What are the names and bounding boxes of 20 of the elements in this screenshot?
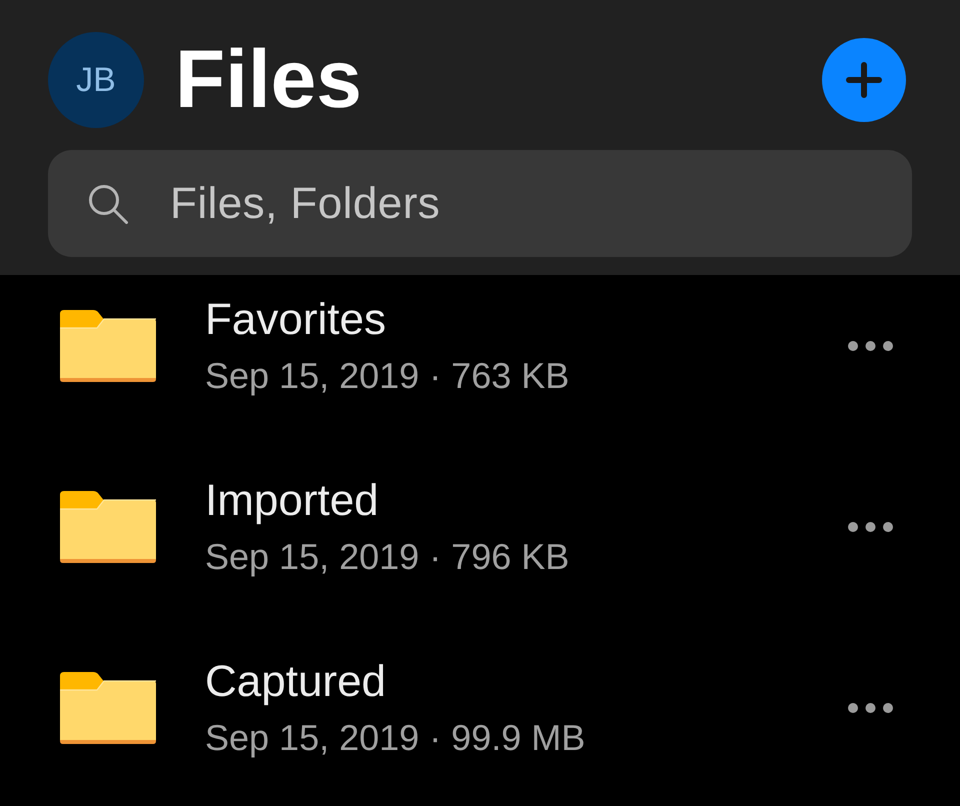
avatar[interactable]: JB bbox=[48, 32, 144, 128]
search-icon bbox=[88, 184, 128, 224]
plus-icon bbox=[846, 62, 882, 98]
folder-name[interactable]: Favorites bbox=[205, 294, 386, 344]
folder-name[interactable]: Captured bbox=[205, 656, 386, 706]
folder-details: Sep 15, 2019 · 796 KB bbox=[205, 536, 570, 578]
folder-name[interactable]: Imported bbox=[205, 476, 379, 526]
more-button[interactable] bbox=[848, 702, 893, 712]
more-button[interactable] bbox=[848, 522, 893, 532]
search-field[interactable]: Files, Folders bbox=[48, 150, 912, 257]
folder-details: Sep 15, 2019 · 99.9 MB bbox=[205, 716, 586, 758]
folder-icon bbox=[60, 672, 156, 744]
page-title: Files bbox=[175, 39, 362, 121]
ellipsis-icon bbox=[848, 340, 893, 350]
folder-icon bbox=[60, 310, 156, 382]
more-button[interactable] bbox=[848, 340, 893, 350]
ellipsis-icon bbox=[848, 522, 893, 532]
ellipsis-icon bbox=[848, 702, 893, 712]
folder-details: Sep 15, 2019 · 763 KB bbox=[205, 354, 570, 396]
folder-icon bbox=[60, 490, 156, 562]
